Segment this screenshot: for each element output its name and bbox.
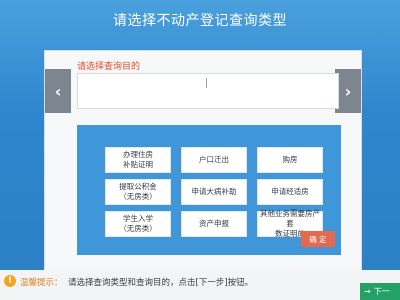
chevron-left-icon: ‹ bbox=[54, 81, 62, 101]
purpose-input[interactable] bbox=[77, 73, 339, 109]
type-button-affordable-housing[interactable]: 申请经适房 bbox=[257, 179, 323, 205]
type-button-hukou-transfer[interactable]: 户口迁出 bbox=[181, 147, 247, 173]
confirm-button[interactable]: 确 定 bbox=[301, 231, 335, 247]
page-title: 请选择不动产登记查询类型 bbox=[113, 13, 287, 29]
type-button-school-enrollment[interactable]: 学生入学 （无房类） bbox=[105, 211, 171, 237]
type-button-asset-declaration[interactable]: 资产申报 bbox=[181, 211, 247, 237]
hint-text: 请选择查询类型和查询目的，点击[下一步]按钮。 bbox=[68, 278, 254, 288]
next-step-label: 下一 bbox=[373, 287, 390, 296]
type-button-illness-subsidy[interactable]: 申请大病补助 bbox=[181, 179, 247, 205]
type-button-house-purchase[interactable]: 购房 bbox=[257, 147, 323, 173]
query-type-grid: 办理住房 补贴证明 户口迁出 购房 提取公积金 （无房类） 申请大病补助 申请经… bbox=[77, 125, 341, 255]
type-button-housing-subsidy[interactable]: 办理住房 补贴证明 bbox=[105, 147, 171, 173]
hint-title: 温馨提示： bbox=[20, 278, 63, 288]
chevron-right-icon: › bbox=[344, 81, 352, 101]
text-cursor bbox=[206, 78, 207, 88]
purpose-label: 请选择查询目的 bbox=[77, 62, 141, 72]
hint-bar: ! 温馨提示： 请选择查询类型和查询目的，点击[下一步]按钮。 → 下一 bbox=[0, 270, 400, 300]
prev-arrow-button[interactable]: ‹ bbox=[45, 69, 71, 113]
arrow-right-icon: → bbox=[364, 287, 371, 296]
type-button-provident-fund[interactable]: 提取公积金 （无房类） bbox=[105, 179, 171, 205]
query-panel: ‹ › 请选择查询目的 办理住房 补贴证明 户口迁出 购房 提取公积金 （无房类… bbox=[44, 50, 362, 275]
next-step-button[interactable]: → 下一 bbox=[360, 283, 400, 300]
warning-icon: ! bbox=[4, 275, 16, 287]
